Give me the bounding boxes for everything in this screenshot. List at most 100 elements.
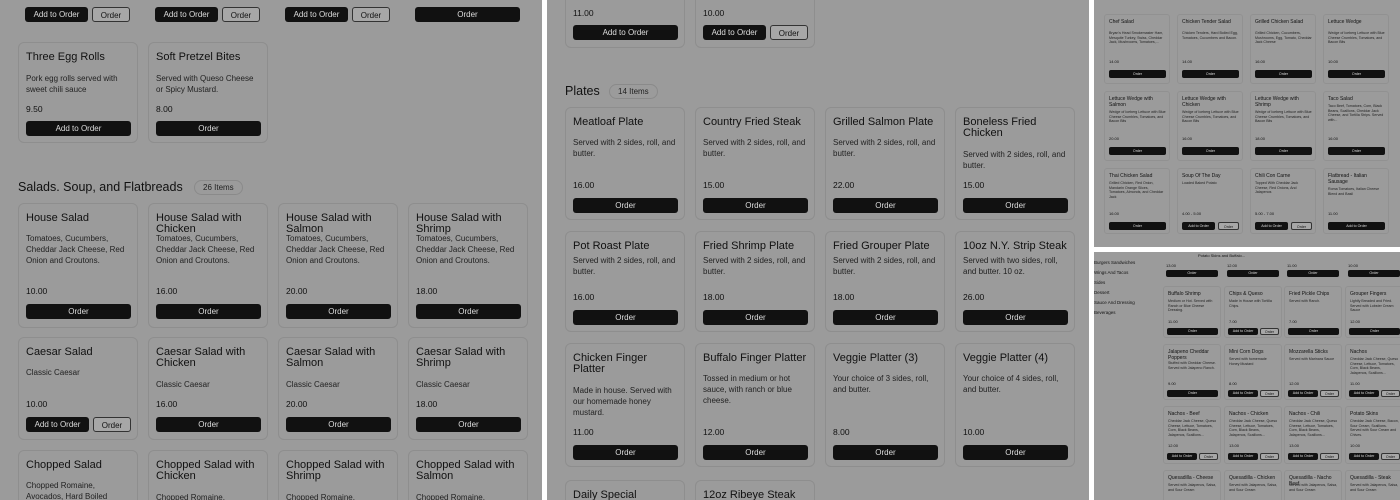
order-button[interactable]: Order (156, 417, 261, 432)
add-to-order-button[interactable]: Add to Order (1228, 328, 1258, 335)
nav-link-dessert[interactable]: Dessert (1094, 290, 1110, 295)
item-title: Quesadilla - Chicken (1229, 475, 1276, 481)
order-button[interactable]: Order (415, 7, 520, 22)
item-price: 12.00 (1289, 381, 1300, 386)
add-to-order-button[interactable]: Add to Order (1328, 222, 1385, 230)
menu-item-card: Lettuce Wedge Wedge of Iceberg Lettuce w… (1323, 14, 1389, 84)
order-button[interactable]: Order (833, 445, 938, 460)
order-button[interactable]: Order (963, 198, 1068, 213)
order-button[interactable]: Order (963, 445, 1068, 460)
add-to-order-button[interactable]: Add to Order (1255, 222, 1288, 230)
item-description: Tossed in medium or hot sauce, with ranc… (703, 374, 792, 405)
order-button[interactable]: Order (1260, 453, 1279, 460)
order-button[interactable]: Order (1199, 453, 1218, 460)
add-to-order-button[interactable]: Add to Order (26, 417, 89, 432)
order-button[interactable]: Order (1167, 328, 1218, 335)
order-button[interactable]: Order (1255, 70, 1312, 78)
item-description: Served with 2 sides, roll, and butter. (703, 138, 806, 158)
item-description: Roma Tomatoes, Italian Cheese Blend and … (1328, 187, 1380, 196)
item-title: Chopped Salad with Shrimp (286, 459, 385, 482)
item-price: 11.00 (1328, 211, 1338, 216)
order-button[interactable]: Order (1328, 147, 1385, 155)
item-price: 7.00 (1289, 319, 1297, 324)
order-button[interactable]: Order (573, 310, 678, 325)
order-button[interactable]: Order (963, 310, 1068, 325)
item-price: 18.00 (703, 292, 725, 302)
item-price: 9.00 (1168, 381, 1176, 386)
add-to-order-button[interactable]: Add to Order (703, 25, 766, 40)
add-to-order-button[interactable]: Add to Order (1349, 390, 1379, 397)
add-to-order-button[interactable]: Add to Order (25, 7, 88, 22)
order-button[interactable]: Order (1260, 390, 1279, 397)
order-button[interactable]: Order (416, 417, 521, 432)
order-button[interactable]: Order (1287, 270, 1339, 277)
nav-link-sides[interactable]: Sides (1094, 280, 1105, 285)
order-button[interactable]: Order (833, 310, 938, 325)
order-button[interactable]: Order (1182, 70, 1239, 78)
order-button[interactable]: Order (1109, 147, 1166, 155)
add-to-order-button[interactable]: Add to Order (1167, 453, 1197, 460)
order-button[interactable]: Order (156, 121, 261, 136)
order-button[interactable]: Order (1109, 222, 1166, 230)
order-button[interactable]: Order (286, 304, 391, 319)
order-button[interactable]: Order (1320, 453, 1339, 460)
order-button[interactable]: Order (1166, 270, 1218, 277)
add-to-order-button[interactable]: Add to Order (1288, 453, 1318, 460)
order-button[interactable]: Order (703, 198, 808, 213)
nav-link-wings-tacos[interactable]: Wings And Tacos (1094, 270, 1128, 275)
order-button[interactable]: Order (703, 310, 808, 325)
order-button[interactable]: Order (1260, 328, 1279, 335)
item-title: Quesadilla - Steak (1350, 475, 1391, 481)
order-button[interactable]: Order (1320, 390, 1339, 397)
item-description: Served with Ranch. (1289, 299, 1321, 303)
order-button[interactable]: Order (1167, 390, 1218, 397)
order-button[interactable]: Order (573, 198, 678, 213)
order-button[interactable]: Order (703, 445, 808, 460)
order-button[interactable]: Order (1218, 222, 1239, 230)
order-button[interactable]: Order (93, 417, 131, 432)
add-to-order-button[interactable]: Add to Order (1349, 453, 1379, 460)
item-title: Caesar Salad with Shrimp (416, 346, 506, 369)
add-to-order-button[interactable]: Add to Order (155, 7, 218, 22)
order-button[interactable]: Order (1182, 147, 1239, 155)
order-button[interactable]: Order (1255, 147, 1312, 155)
order-button[interactable]: Order (573, 445, 678, 460)
nav-link-beverages[interactable]: Beverages (1094, 310, 1116, 315)
order-button[interactable]: Order (1381, 390, 1400, 397)
nav-link-sauce-dressing[interactable]: Sauce And Dressing (1094, 300, 1135, 305)
item-description: Chopped Romaine, (156, 493, 225, 500)
order-button[interactable]: Order (1328, 70, 1385, 78)
add-to-order-button[interactable]: Add to Order (1288, 390, 1318, 397)
order-button[interactable]: Order (833, 198, 938, 213)
order-button[interactable]: Order (1227, 270, 1279, 277)
add-to-order-button[interactable]: Add to Order (573, 25, 678, 40)
add-to-order-button[interactable]: Add to Order (26, 121, 131, 136)
add-to-order-button[interactable]: Add to Order (1182, 222, 1215, 230)
item-description: Cheddar Jack Cheese, Queso Cheese, Lettu… (1350, 357, 1399, 375)
add-to-order-button[interactable]: Add to Order (1228, 453, 1258, 460)
order-button[interactable]: Order (1291, 222, 1312, 230)
item-description: Stuffed with Cheddar Cheese. Served with… (1168, 361, 1216, 370)
item-price: 11.00 (1168, 319, 1178, 324)
order-button[interactable]: Order (26, 304, 131, 319)
order-button[interactable]: Order (1288, 328, 1339, 335)
order-button[interactable]: Order (1109, 70, 1166, 78)
order-button[interactable]: Order (352, 7, 390, 22)
order-button[interactable]: Order (92, 7, 130, 22)
item-description: Tomatoes, Cucumbers, Cheddar Jack Cheese… (26, 234, 125, 265)
order-button[interactable]: Order (770, 25, 808, 40)
order-button[interactable]: Order (1381, 453, 1400, 460)
menu-item-card: Thai Chicken Salad Grilled Chicken, Red … (1104, 168, 1170, 234)
nav-link-burgers-sandwiches[interactable]: Burgers Sandwiches (1094, 260, 1135, 265)
add-to-order-button[interactable]: Add to Order (1228, 390, 1258, 397)
item-description: Potato Skins and Buffalo... (1198, 253, 1246, 258)
add-to-order-button[interactable]: Add to Order (285, 7, 348, 22)
order-button[interactable]: Order (222, 7, 260, 22)
item-title: Soft Pretzel Bites (156, 51, 241, 63)
order-button[interactable]: Order (1349, 328, 1400, 335)
item-price: 11.00 (573, 8, 594, 18)
order-button[interactable]: Order (286, 417, 391, 432)
order-button[interactable]: Order (156, 304, 261, 319)
order-button[interactable]: Order (1348, 270, 1400, 277)
order-button[interactable]: Order (416, 304, 521, 319)
